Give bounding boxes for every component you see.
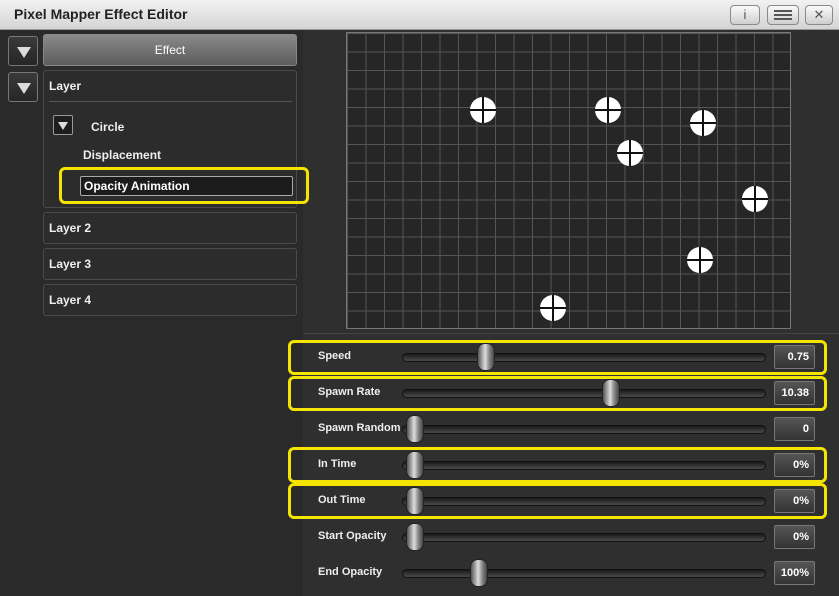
spawn-rate-slider-knob[interactable]	[602, 379, 621, 407]
spawn-random-slider-track[interactable]	[402, 425, 766, 434]
triangle-down-icon	[17, 47, 31, 58]
in-time-slider-track[interactable]	[402, 461, 766, 470]
divider	[303, 333, 839, 334]
layer-1-label[interactable]: Layer	[49, 79, 81, 93]
spawn-rate-value[interactable]: 10.38	[774, 381, 815, 405]
title-bar: Pixel Mapper Effect Editor i ✕	[0, 0, 839, 30]
circle-pixel	[687, 247, 713, 273]
circle-label[interactable]: Circle	[91, 120, 124, 134]
menu-button[interactable]	[767, 5, 799, 25]
circle-pixel	[470, 97, 496, 123]
circle-pixel	[617, 140, 643, 166]
circle-pixel	[742, 186, 768, 212]
circle-pixel	[540, 295, 566, 321]
close-icon: ✕	[813, 7, 825, 22]
info-icon: i	[743, 7, 747, 22]
start-opacity-slider-knob[interactable]	[406, 523, 424, 551]
collapse-layer-button[interactable]	[8, 72, 38, 102]
speed-slider-track[interactable]	[402, 353, 766, 362]
triangle-down-icon	[58, 122, 68, 130]
speed-label: Speed	[318, 350, 352, 362]
end-opacity-label: End Opacity	[318, 566, 383, 578]
layer-3-label[interactable]: Layer 3	[49, 257, 91, 271]
displacement-label[interactable]: Displacement	[83, 148, 161, 162]
start-opacity-slider-track[interactable]	[402, 533, 766, 542]
window-title: Pixel Mapper Effect Editor	[14, 6, 188, 22]
layer-4-label[interactable]: Layer 4	[49, 293, 91, 307]
spawn-rate-slider-track[interactable]	[402, 389, 766, 398]
speed-slider-knob[interactable]	[476, 343, 495, 371]
circle-expand-button[interactable]	[53, 115, 73, 135]
circle-pixel	[595, 97, 621, 123]
divider	[49, 101, 292, 102]
start-opacity-value[interactable]: 0%	[774, 525, 815, 549]
start-opacity-label: Start Opacity	[318, 530, 387, 542]
end-opacity-value[interactable]: 100%	[774, 561, 815, 585]
out-time-slider-knob[interactable]	[406, 487, 424, 515]
end-opacity-slider-knob[interactable]	[470, 559, 489, 587]
end-opacity-slider-track[interactable]	[402, 569, 766, 578]
in-time-label: In Time	[318, 458, 357, 470]
pixel-grid-preview[interactable]	[346, 32, 791, 329]
effect-button[interactable]: Effect	[43, 34, 297, 66]
triangle-down-icon	[17, 83, 31, 94]
close-button[interactable]: ✕	[805, 5, 833, 25]
out-time-label: Out Time	[318, 494, 366, 506]
spawn-random-slider-knob[interactable]	[406, 415, 424, 443]
in-time-value[interactable]: 0%	[774, 453, 815, 477]
spawn-rate-label: Spawn Rate	[318, 386, 381, 398]
in-time-slider-knob[interactable]	[406, 451, 424, 479]
out-time-value[interactable]: 0%	[774, 489, 815, 513]
speed-value[interactable]: 0.75	[774, 345, 815, 369]
spawn-random-value[interactable]: 0	[774, 417, 815, 441]
out-time-slider-track[interactable]	[402, 497, 766, 506]
opacity-animation-field[interactable]: Opacity Animation	[80, 176, 293, 196]
info-button[interactable]: i	[730, 5, 760, 25]
layer-2-label[interactable]: Layer 2	[49, 221, 91, 235]
spawn-random-label: Spawn Random	[318, 422, 401, 434]
circle-pixel	[690, 110, 716, 136]
menu-icon	[774, 10, 792, 20]
collapse-effect-button[interactable]	[8, 36, 38, 66]
